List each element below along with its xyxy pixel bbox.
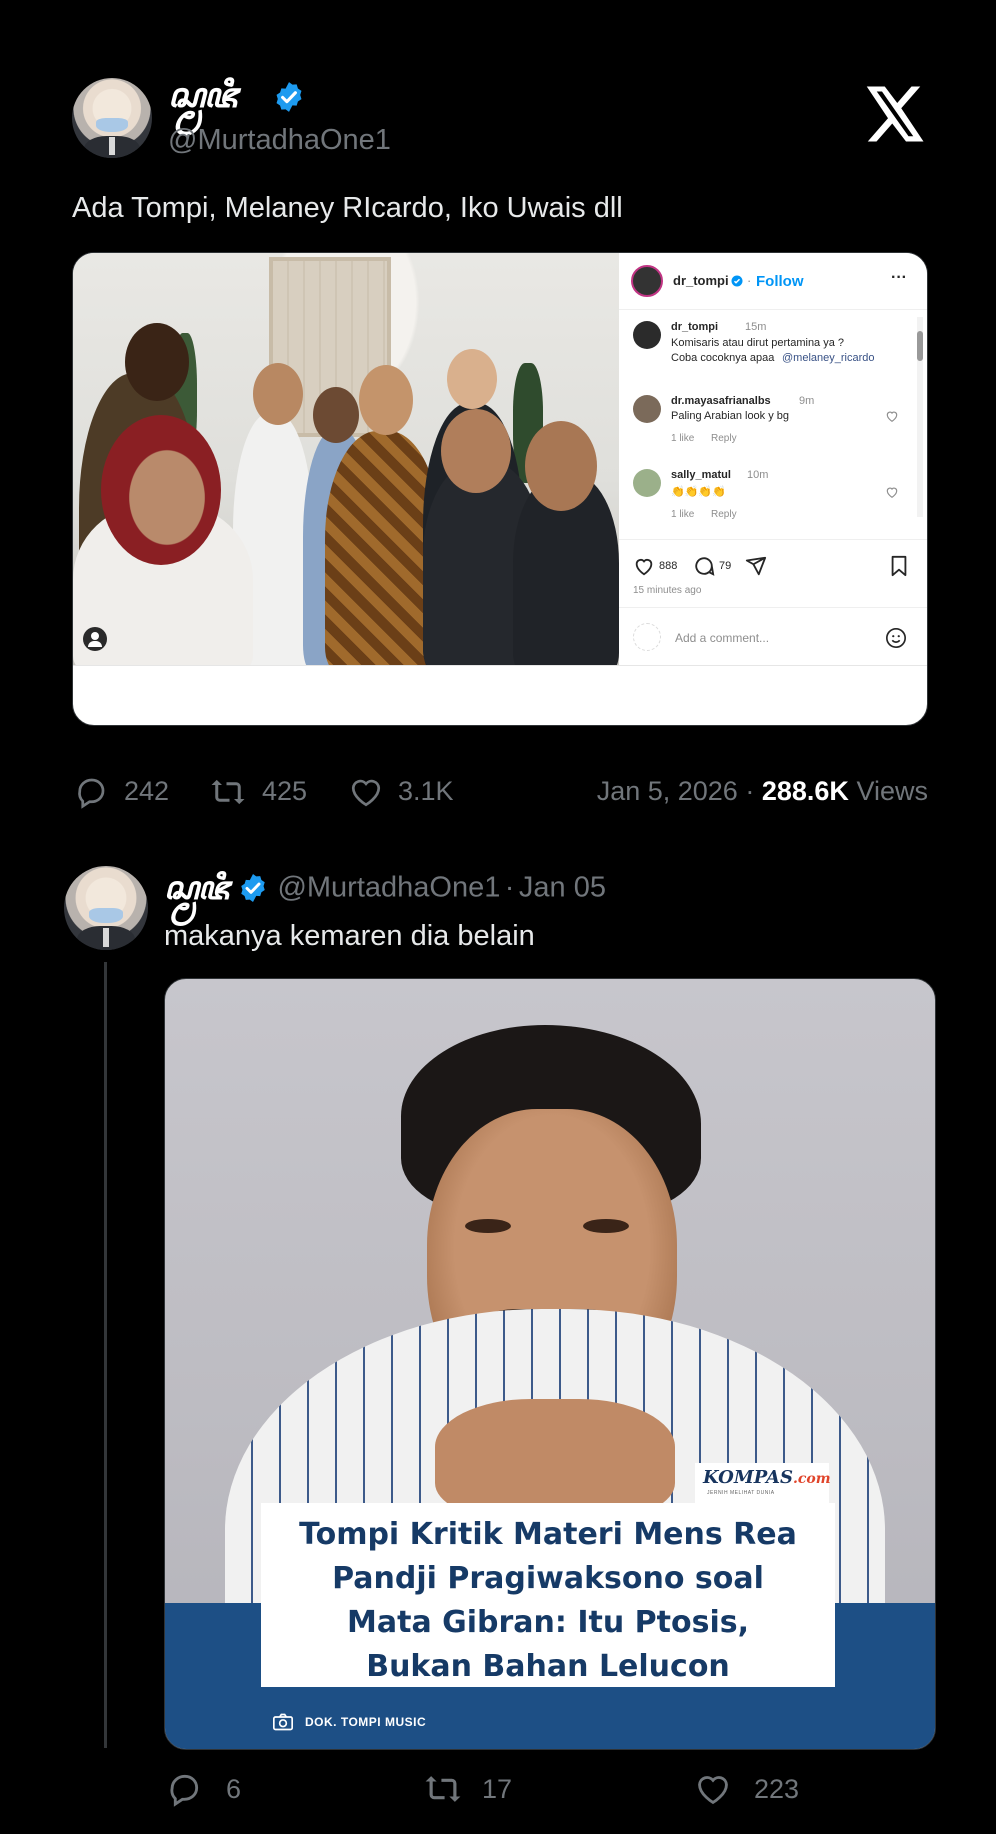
ig-commenter-avatar: [633, 623, 661, 651]
author-handle[interactable]: @MurtadhaOne1: [168, 124, 391, 157]
retweet-count[interactable]: 425: [262, 776, 307, 807]
headline-line-4: Bukan Bahan Lelucon: [366, 1649, 730, 1684]
comment-like-icon[interactable]: [885, 485, 899, 499]
portrait-hands: [435, 1399, 675, 1519]
reply-author-avatar[interactable]: [64, 866, 148, 950]
ig-verified-icon: [731, 275, 743, 287]
x-logo-icon: [866, 86, 924, 142]
like-icon[interactable]: [346, 774, 386, 810]
headline-line-1: Tompi Kritik Materi Mens Rea: [299, 1517, 797, 1552]
ig-share-icon[interactable]: [745, 555, 767, 577]
reply-retweet-count[interactable]: 17: [482, 1774, 512, 1805]
tweet-date[interactable]: Jan 5, 2026: [597, 776, 738, 806]
ig-username[interactable]: dr_tompi: [673, 273, 729, 288]
verified-badge-icon: [276, 82, 302, 112]
ig-bookmark-icon[interactable]: [889, 555, 909, 577]
camera-icon: [273, 1713, 293, 1731]
views-count[interactable]: 288.6K: [762, 776, 849, 806]
headline-line-3: Mata Gibran: Itu Ptosis,: [347, 1605, 749, 1640]
retweet-icon[interactable]: [420, 1770, 466, 1808]
views-label: Views: [856, 776, 928, 806]
reply-text: makanya kemaren dia belain: [164, 920, 535, 952]
reply-reply-count[interactable]: 6: [226, 1774, 241, 1805]
reply-like-count[interactable]: 223: [754, 1774, 799, 1805]
ig-like-icon[interactable]: [633, 555, 655, 577]
author-avatar[interactable]: [72, 78, 152, 158]
like-count[interactable]: 3.1K: [398, 776, 454, 807]
reply-icon[interactable]: [72, 774, 110, 810]
group-photo: [73, 253, 619, 665]
like-icon[interactable]: [692, 1770, 734, 1808]
headline-box: Tompi Kritik Materi Mens Rea Pandji Prag…: [261, 1503, 835, 1687]
emoji-icon[interactable]: [885, 627, 907, 649]
ig-mention-link[interactable]: @melaney_ricardo: [782, 352, 875, 364]
reply-stats-bar: 6 17 223: [164, 1770, 864, 1810]
reply-date[interactable]: Jan 05: [519, 872, 606, 904]
ig-add-comment-input[interactable]: Add a comment...: [675, 631, 769, 645]
ig-scrollbar[interactable]: [917, 317, 923, 517]
ig-more-icon[interactable]: ···: [891, 269, 907, 287]
tweet-text: Ada Tompi, Melaney RIcardo, Iko Uwais dl…: [72, 192, 623, 224]
tweet-stats-bar: 242 425 3.1K Jan 5, 2026 · 288.6K Views: [72, 772, 928, 812]
reply-handle[interactable]: @MurtadhaOne1: [277, 872, 500, 904]
comment-like-icon[interactable]: [885, 409, 899, 423]
reply-media-image[interactable]: KOMPAS.com JERNIH MELIHAT DUNIA Tompi Kr…: [164, 978, 936, 1750]
instagram-panel: dr_tompi · Follow ··· dr_tompi 15m Komis…: [619, 253, 927, 665]
reply-icon[interactable]: [164, 1770, 204, 1808]
photo-credit: DOK. TOMPI MUSIC: [305, 1715, 427, 1729]
reply-count[interactable]: 242: [124, 776, 169, 807]
reply-display-name[interactable]: ꦱ꧀ꦩꦗꦶ: [164, 869, 230, 907]
ig-follow-button[interactable]: Follow: [756, 273, 804, 290]
embedded-instagram-card[interactable]: dr_tompi · Follow ··· dr_tompi 15m Komis…: [72, 252, 928, 726]
thread-line: [104, 962, 107, 1748]
user-tag-icon[interactable]: [83, 627, 107, 651]
author-display-name[interactable]: ꦱ꧀ꦩꦗꦶ: [168, 76, 238, 116]
retweet-icon[interactable]: [206, 774, 250, 810]
ig-comment-icon[interactable]: [693, 555, 715, 577]
kompas-logo: KOMPAS.com JERNIH MELIHAT DUNIA: [695, 1463, 831, 1503]
headline-line-2: Pandji Pragiwaksono soal: [332, 1561, 764, 1596]
verified-badge-icon: [241, 874, 265, 902]
ig-profile-avatar[interactable]: [631, 265, 663, 297]
